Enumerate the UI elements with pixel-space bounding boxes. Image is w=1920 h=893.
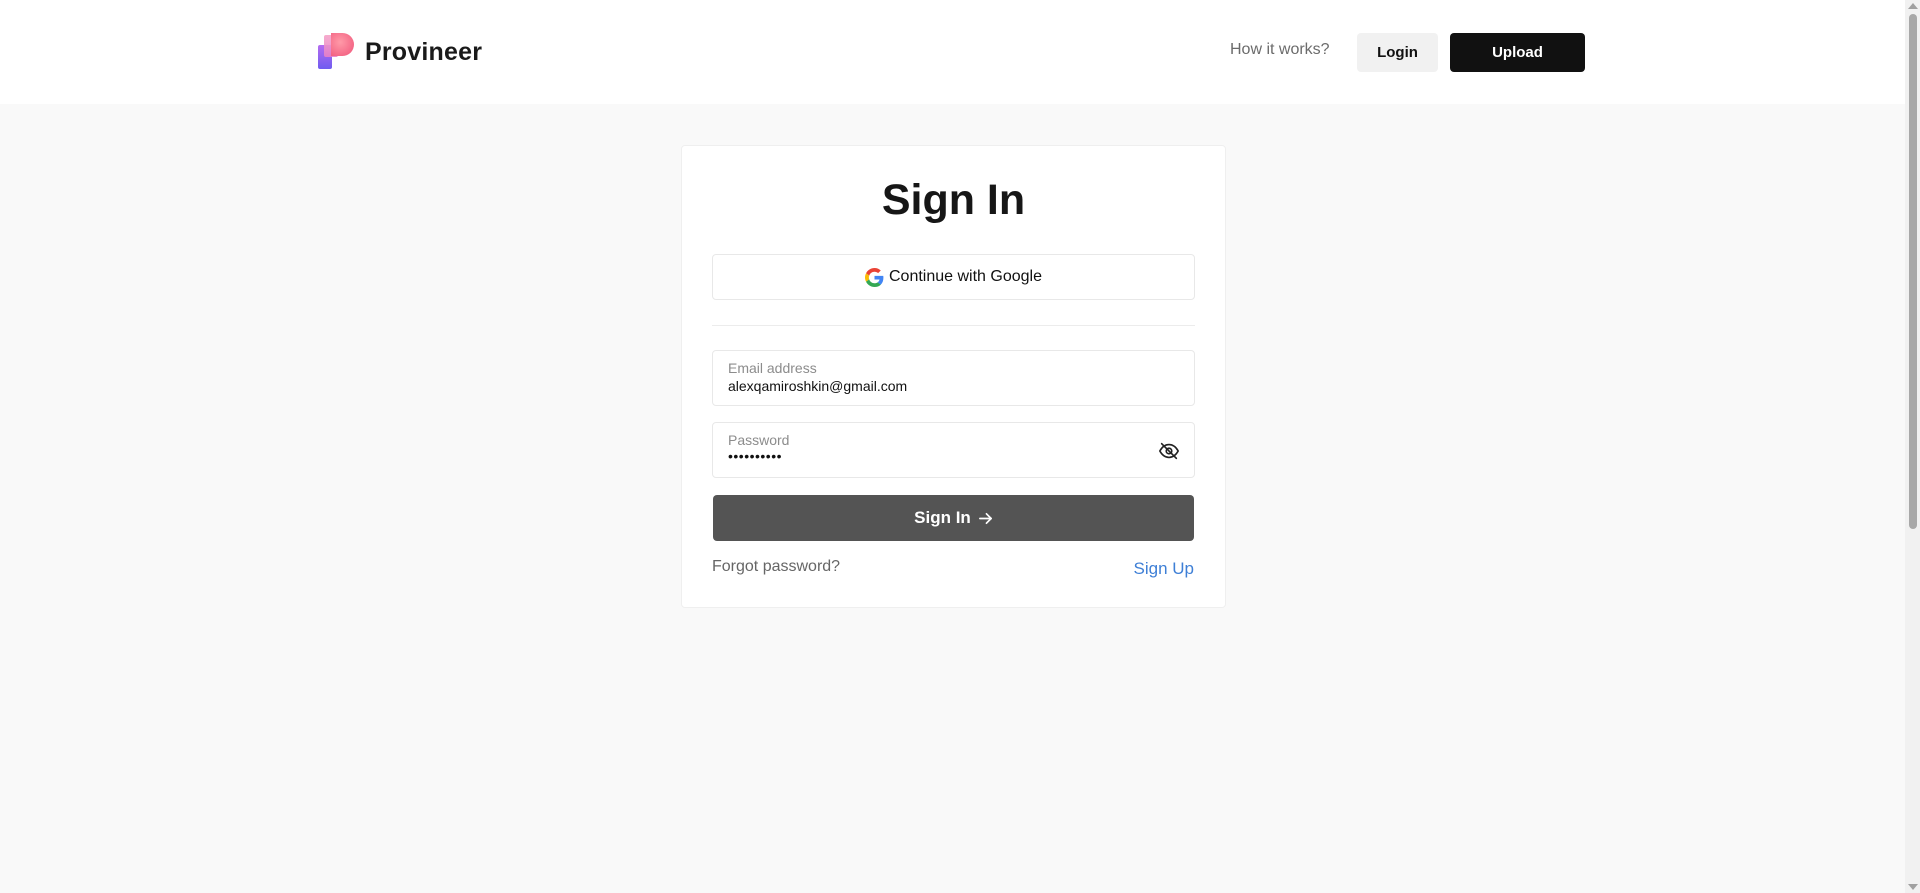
arrow-right-icon <box>978 512 992 524</box>
scroll-thumb[interactable] <box>1909 14 1917 529</box>
provineer-logo-icon <box>318 33 356 71</box>
divider <box>712 325 1195 326</box>
upload-button[interactable]: Upload <box>1450 33 1585 72</box>
google-g-icon <box>865 267 884 287</box>
email-label: Email address <box>728 360 817 376</box>
eye-off-icon[interactable] <box>1158 440 1180 462</box>
top-header: Provineer How it works? Login Upload <box>0 0 1905 104</box>
sign-in-card: Sign In Continue with Google Email addre… <box>681 145 1226 608</box>
page-title: Sign In <box>881 176 1026 224</box>
google-button-label: Continue with Google <box>889 268 1042 285</box>
page-scrollbar[interactable] <box>1905 0 1920 893</box>
scroll-down-arrow-icon[interactable] <box>1908 884 1918 890</box>
continue-with-google-button[interactable]: Continue with Google <box>712 254 1195 300</box>
forgot-password-link[interactable]: Forgot password? <box>712 558 840 576</box>
email-field[interactable]: Email address alexqamiroshkin@gmail.com <box>712 350 1195 406</box>
login-button[interactable]: Login <box>1357 33 1438 72</box>
password-field[interactable]: Password •••••••••• <box>712 422 1195 478</box>
brand-link[interactable]: Provineer <box>318 33 482 71</box>
scroll-up-arrow-icon[interactable] <box>1908 3 1918 9</box>
password-value[interactable]: •••••••••• <box>728 448 782 464</box>
how-it-works-link[interactable]: How it works? <box>1230 41 1330 59</box>
password-label: Password <box>728 432 790 448</box>
sign-in-button-label: Sign In <box>914 508 971 527</box>
sign-in-button[interactable]: Sign In <box>713 495 1194 541</box>
email-value[interactable]: alexqamiroshkin@gmail.com <box>728 378 907 394</box>
sign-up-link[interactable]: Sign Up <box>1134 559 1194 579</box>
brand-name: Provineer <box>365 37 483 66</box>
